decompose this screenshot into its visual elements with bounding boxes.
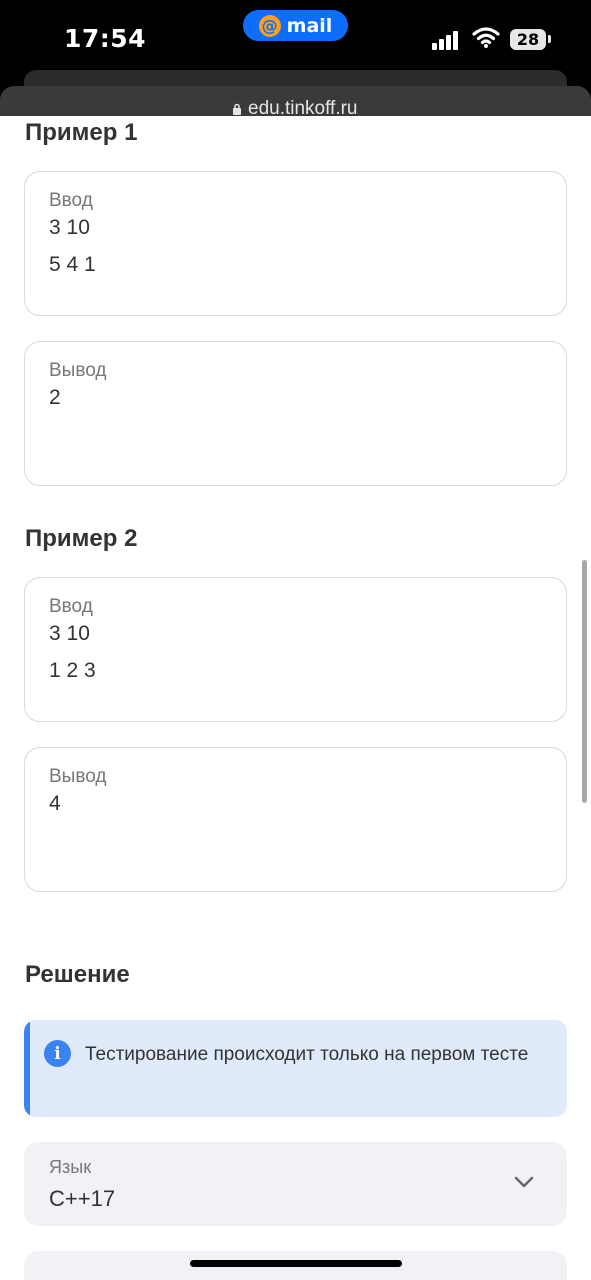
status-time: 17:54 (64, 24, 147, 53)
info-stripe (24, 1020, 30, 1117)
mail-at-icon: @ (258, 14, 281, 37)
url-text: edu.tinkoff.ru (248, 98, 358, 116)
example-1-output-box: Вывод 2 (24, 341, 567, 486)
example-1-input-box: Ввод 3 10 5 4 1 (24, 171, 567, 316)
lock-icon (233, 103, 241, 115)
output-line: 4 (49, 792, 61, 815)
info-text: Тестирование происходит только на первом… (85, 1044, 529, 1065)
input-line: 3 10 (49, 622, 90, 645)
example-2-output-box: Вывод 4 (24, 747, 567, 892)
output-line: 2 (49, 386, 61, 409)
input-line: 1 2 3 (49, 659, 96, 682)
output-label: Вывод (49, 766, 107, 787)
info-banner: i Тестирование происходит только на перв… (24, 1020, 567, 1117)
mail-app-label: mail (286, 14, 333, 37)
language-label: Язык (49, 1157, 92, 1177)
cellular-signal-icon (432, 30, 460, 50)
battery-icon: 28 (510, 29, 546, 50)
mail-app-pill[interactable]: @ mail (243, 10, 348, 41)
status-bar: 17:54 @ mail 28 edu.tinkoff.ru (0, 0, 591, 116)
input-label: Ввод (49, 596, 93, 617)
solution-title: Решение (25, 961, 130, 988)
example-1-title: Пример 1 (25, 119, 138, 146)
input-label: Ввод (49, 190, 93, 211)
example-2-title: Пример 2 (25, 525, 138, 552)
example-2-input-box: Ввод 3 10 1 2 3 (24, 577, 567, 722)
page-content: Пример 1 Ввод 3 10 5 4 1 Вывод 2 Пример … (0, 116, 591, 1280)
language-select[interactable]: Язык C++17 (24, 1142, 567, 1226)
chevron-down-icon (514, 1176, 534, 1188)
scrollbar[interactable] (582, 560, 587, 803)
home-indicator[interactable] (190, 1260, 402, 1267)
input-line: 3 10 (49, 216, 90, 239)
input-line: 5 4 1 (49, 253, 96, 276)
wifi-icon (472, 27, 500, 48)
info-icon: i (44, 1040, 71, 1067)
language-value: C++17 (49, 1186, 116, 1211)
output-label: Вывод (49, 360, 107, 381)
browser-url-bar[interactable]: edu.tinkoff.ru (0, 86, 591, 116)
battery-tip (548, 35, 551, 43)
